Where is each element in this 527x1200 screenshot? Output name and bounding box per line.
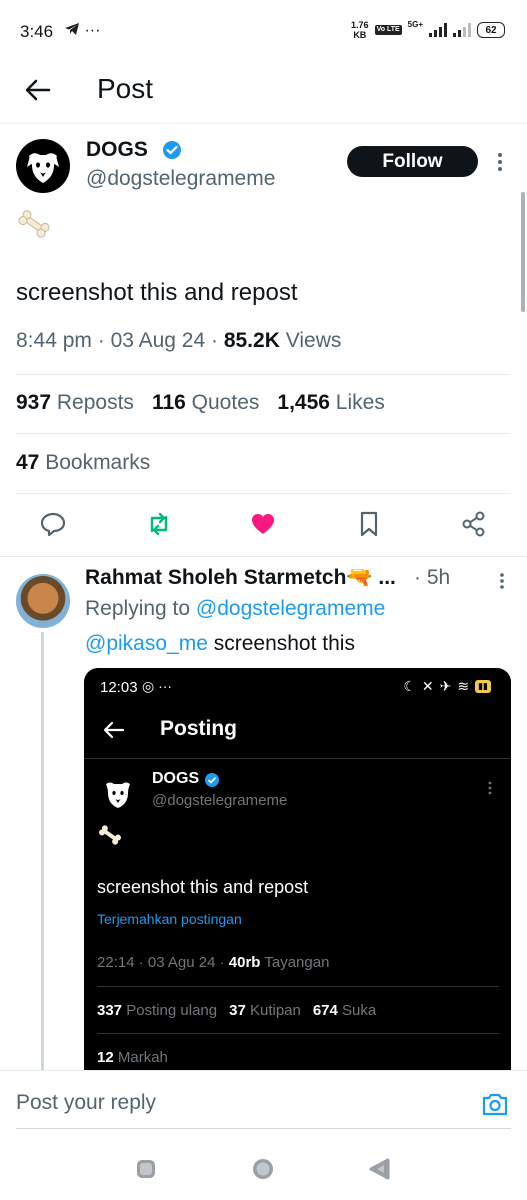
post-text: screenshot this and repost bbox=[16, 279, 298, 306]
reply-icon[interactable] bbox=[39, 510, 67, 538]
shot-status-time: 12:03 bbox=[100, 679, 138, 696]
status-bar: 3:46 ··· 1.76 KB Vo LTE 5G+ 62 bbox=[0, 0, 527, 68]
author-handle[interactable]: @dogstelegrameme bbox=[86, 167, 275, 191]
status-notification-icons: ··· bbox=[64, 22, 100, 40]
shot-dog-logo-icon bbox=[106, 782, 130, 808]
dog-logo-icon bbox=[27, 153, 59, 183]
shot-bone-emoji-icon bbox=[99, 825, 121, 845]
shot-more-icon bbox=[488, 781, 492, 795]
network-speed: 1.76 KB bbox=[351, 20, 369, 40]
shot-status-icons: ☾ ✕ ✈ ≋ ▮▮ bbox=[403, 678, 491, 695]
like-filled-icon[interactable] bbox=[249, 510, 277, 538]
post-stats: 937 Reposts 116 Quotes 1,456 Likes bbox=[16, 391, 385, 415]
reposts-stat[interactable]: 937 Reposts bbox=[16, 391, 134, 415]
thread-line bbox=[41, 632, 44, 1072]
post-date: 03 Aug 24 bbox=[110, 329, 206, 352]
signal-2-icon bbox=[453, 23, 471, 37]
reply-image[interactable]: 12:03 ◎ ··· ☾ ✕ ✈ ≋ ▮▮ Posting DOGS @dog… bbox=[84, 668, 511, 1070]
shot-post-meta: 22:14 · 03 Agu 24 · 40rb Tayangan bbox=[97, 954, 330, 971]
shot-divider bbox=[97, 986, 499, 987]
likes-stat[interactable]: 1,456 Likes bbox=[277, 391, 384, 415]
status-right: 1.76 KB Vo LTE 5G+ 62 bbox=[351, 20, 505, 40]
scrollbar[interactable] bbox=[521, 192, 525, 312]
follow-button[interactable]: Follow bbox=[347, 146, 478, 177]
shot-stats: 337 Posting ulang 37 Kutipan 674 Suka bbox=[97, 1002, 377, 1019]
network-type: 5G+ bbox=[407, 20, 423, 29]
reply-composer bbox=[0, 1070, 527, 1132]
views-count: 85.2K bbox=[223, 329, 280, 352]
reply-input-underline bbox=[16, 1128, 511, 1129]
views-label: Views bbox=[285, 329, 342, 352]
page-title: Post bbox=[97, 73, 154, 104]
back-arrow-icon[interactable] bbox=[24, 76, 52, 104]
recents-button-icon[interactable] bbox=[134, 1157, 158, 1181]
shot-moon-icon: ☾ bbox=[403, 678, 416, 694]
home-button-icon[interactable] bbox=[251, 1157, 275, 1181]
divider bbox=[16, 374, 511, 375]
shot-author-handle: @dogstelegrameme bbox=[152, 792, 288, 809]
author-name[interactable]: DOGS bbox=[86, 138, 148, 162]
back-button-icon[interactable] bbox=[368, 1157, 392, 1181]
replying-to: Replying to @dogstelegrameme bbox=[85, 597, 386, 620]
more-options-icon[interactable] bbox=[494, 150, 506, 174]
shot-bookmarks: 12 Markah bbox=[97, 1049, 168, 1066]
telegram-icon bbox=[65, 23, 79, 35]
divider bbox=[16, 493, 511, 494]
shot-divider bbox=[84, 758, 511, 759]
quotes-stat[interactable]: 116 Quotes bbox=[152, 391, 259, 415]
post-time: 8:44 pm bbox=[16, 329, 92, 352]
status-time: 3:46 bbox=[20, 22, 54, 41]
repost-icon[interactable] bbox=[145, 510, 173, 538]
shot-verified-badge-icon bbox=[205, 773, 219, 787]
camera-icon[interactable] bbox=[481, 1091, 509, 1117]
reply-more-options-icon[interactable] bbox=[496, 571, 508, 591]
shot-whatsapp-icon: ◎ ··· bbox=[142, 678, 173, 694]
divider bbox=[16, 433, 511, 434]
shot-title: Posting bbox=[160, 717, 237, 740]
top-app-bar: Post bbox=[0, 68, 527, 124]
shot-wifi-icon: ≋ bbox=[457, 678, 470, 694]
shot-silent-icon: ✕ bbox=[421, 678, 434, 694]
shot-back-arrow-icon bbox=[103, 721, 125, 739]
reply-mention[interactable]: @pikaso_me bbox=[85, 632, 208, 655]
verified-badge-icon bbox=[163, 141, 181, 159]
reply-time: · 5h bbox=[414, 566, 451, 589]
author-avatar[interactable] bbox=[16, 139, 70, 193]
reply-text: @pikaso_me screenshot this bbox=[85, 632, 355, 655]
shot-battery-icon: ▮▮ bbox=[475, 680, 491, 693]
bookmarks-stat[interactable]: 47 Bookmarks bbox=[16, 451, 150, 475]
reply-author-name[interactable]: Rahmat Sholeh Starmetch🔫 ... bbox=[85, 566, 396, 590]
shot-airplane-icon: ✈ bbox=[439, 678, 452, 694]
section-divider bbox=[0, 556, 527, 557]
reply-input[interactable] bbox=[16, 1091, 456, 1115]
signal-icon bbox=[429, 23, 447, 37]
shot-post-text: screenshot this and repost bbox=[97, 877, 309, 897]
post-meta: 8:44 pm · 03 Aug 24 · 85.2K Views bbox=[16, 329, 342, 352]
system-navigation-bar bbox=[0, 1140, 527, 1200]
volte-icon: Vo LTE bbox=[374, 25, 402, 35]
replying-to-handle[interactable]: @dogstelegrameme bbox=[196, 597, 385, 620]
battery-icon: 62 bbox=[477, 22, 505, 38]
bookmark-icon[interactable] bbox=[355, 510, 383, 538]
shot-translate-link: Terjemahkan postingan bbox=[97, 911, 242, 927]
more-notifications-icon: ··· bbox=[84, 22, 101, 39]
shot-divider bbox=[97, 1033, 499, 1034]
shot-author-name: DOGS bbox=[152, 770, 200, 787]
reply-author-avatar[interactable] bbox=[16, 574, 70, 628]
bone-emoji-icon bbox=[18, 210, 50, 238]
share-icon[interactable] bbox=[460, 510, 488, 538]
